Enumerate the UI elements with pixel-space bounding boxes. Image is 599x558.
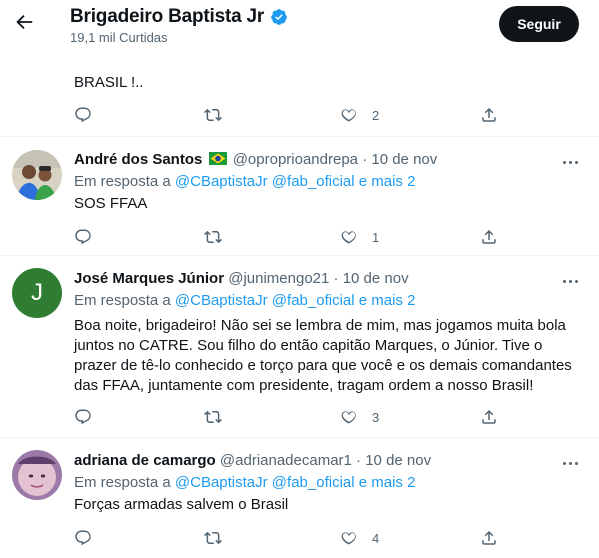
reply-button[interactable]: [74, 406, 92, 428]
more-options-icon[interactable]: [560, 272, 580, 290]
reply-icon: [75, 229, 91, 245]
retweet-button[interactable]: [204, 406, 222, 428]
brazil-flag-icon: [208, 152, 227, 165]
tweet-actions: 3: [74, 406, 514, 428]
tweet-date[interactable]: 10 de nov: [365, 452, 431, 469]
reply-button[interactable]: [74, 527, 92, 549]
avatar[interactable]: [12, 450, 62, 500]
like-button[interactable]: 4: [340, 527, 379, 549]
reply-icon: [75, 107, 91, 123]
tweet-text: Forças armadas salvem o Brasil: [74, 496, 289, 513]
share-icon: [482, 409, 496, 424]
tweet-actions: 4: [74, 527, 514, 549]
retweet-icon: [204, 230, 222, 244]
share-icon: [482, 107, 496, 122]
share-icon: [482, 229, 496, 244]
avatar-letter: J: [31, 279, 43, 306]
tweet-text-line: prazer de tê-lo conhecido e torço para q…: [74, 357, 572, 374]
reply-prefix: Em resposta a: [74, 474, 171, 491]
avatar[interactable]: [12, 150, 62, 200]
tweet-item[interactable]: J José Marques Júnior @junimengo21 · 10 …: [0, 256, 599, 436]
reply-context: Em resposta a @CBaptistaJr @fab_oficial …: [74, 474, 415, 491]
reply-mentions-link[interactable]: @CBaptistaJr @fab_oficial e mais 2: [175, 173, 416, 190]
like-count: 1: [372, 229, 380, 245]
retweet-button[interactable]: [204, 527, 222, 549]
share-button[interactable]: [480, 226, 498, 248]
reply-icon: [75, 409, 91, 425]
reply-button[interactable]: [74, 226, 92, 248]
handle[interactable]: @junimengo21: [228, 270, 329, 287]
retweet-icon: [204, 410, 222, 424]
tweet-date[interactable]: 10 de nov: [343, 270, 409, 287]
more-options-icon[interactable]: [560, 454, 580, 472]
retweet-button[interactable]: [204, 226, 222, 248]
reply-prefix: Em resposta a: [74, 292, 171, 309]
reply-context: Em resposta a @CBaptistaJr @fab_oficial …: [74, 292, 415, 309]
tweet-text-line: Boa noite, brigadeiro! Não sei se lembra…: [74, 317, 566, 334]
reply-prefix: Em resposta a: [74, 173, 171, 190]
handle[interactable]: @adrianadecamar1: [220, 452, 352, 469]
reply-mentions-link[interactable]: @CBaptistaJr @fab_oficial e mais 2: [175, 292, 416, 309]
share-button[interactable]: [480, 104, 498, 126]
profile-name: Brigadeiro Baptista Jr: [70, 6, 265, 27]
like-button[interactable]: 2: [340, 104, 379, 126]
tweet-header: André dos Santos @oproprioandrepa · 10 d…: [74, 151, 438, 168]
heart-icon: [341, 109, 356, 122]
display-name[interactable]: adriana de camargo: [74, 452, 216, 469]
back-arrow-icon[interactable]: [12, 10, 36, 34]
follow-button[interactable]: Seguir: [499, 6, 579, 42]
avatar[interactable]: J: [12, 268, 62, 318]
more-options-icon[interactable]: [560, 153, 580, 171]
reply-icon: [75, 530, 91, 546]
likes-count: 19,1 mil Curtidas: [70, 30, 168, 45]
profile-header: Brigadeiro Baptista Jr 19,1 mil Curtidas…: [0, 0, 599, 50]
tweet-text: BRASIL !..: [74, 74, 144, 91]
verified-badge-icon: [270, 8, 288, 26]
retweet-icon: [204, 531, 222, 545]
tweet-text-line: juntos no CATRE. Sou filho do então capi…: [74, 337, 543, 354]
like-button[interactable]: 1: [340, 226, 379, 248]
tweet-actions: 2: [74, 104, 514, 126]
retweet-button[interactable]: [204, 104, 222, 126]
like-button[interactable]: 3: [340, 406, 379, 428]
tweet-text: Boa noite, brigadeiro! Não sei se lembra…: [74, 316, 574, 396]
share-icon: [482, 530, 496, 545]
like-count: 3: [372, 409, 380, 425]
heart-icon: [341, 231, 356, 244]
tweet-text: SOS FFAA: [74, 195, 148, 212]
heart-icon: [341, 532, 356, 545]
display-name[interactable]: André dos Santos: [74, 151, 202, 168]
tweet-header: José Marques Júnior @junimengo21 · 10 de…: [74, 270, 409, 287]
reply-context: Em resposta a @CBaptistaJr @fab_oficial …: [74, 173, 415, 190]
header-title: Brigadeiro Baptista Jr: [70, 6, 288, 28]
share-button[interactable]: [480, 406, 498, 428]
display-name[interactable]: José Marques Júnior: [74, 270, 224, 287]
share-button[interactable]: [480, 527, 498, 549]
like-count: 4: [372, 530, 380, 546]
tweet-text-line: das FFAA, juntamente com presidente, tra…: [74, 377, 534, 394]
heart-icon: [341, 411, 356, 424]
tweet-item[interactable]: adriana de camargo @adrianadecamar1 · 10…: [0, 438, 599, 558]
tweet-actions: 1: [74, 226, 514, 248]
tweet-date[interactable]: 10 de nov: [371, 151, 437, 168]
retweet-icon: [204, 108, 222, 122]
tweet-header: adriana de camargo @adrianadecamar1 · 10…: [74, 452, 432, 469]
reply-mentions-link[interactable]: @CBaptistaJr @fab_oficial e mais 2: [175, 474, 416, 491]
reply-button[interactable]: [74, 104, 92, 126]
like-count: 2: [372, 107, 380, 123]
tweet-item[interactable]: André dos Santos @oproprioandrepa · 10 d…: [0, 137, 599, 255]
handle[interactable]: @oproprioandrepa: [233, 151, 358, 168]
